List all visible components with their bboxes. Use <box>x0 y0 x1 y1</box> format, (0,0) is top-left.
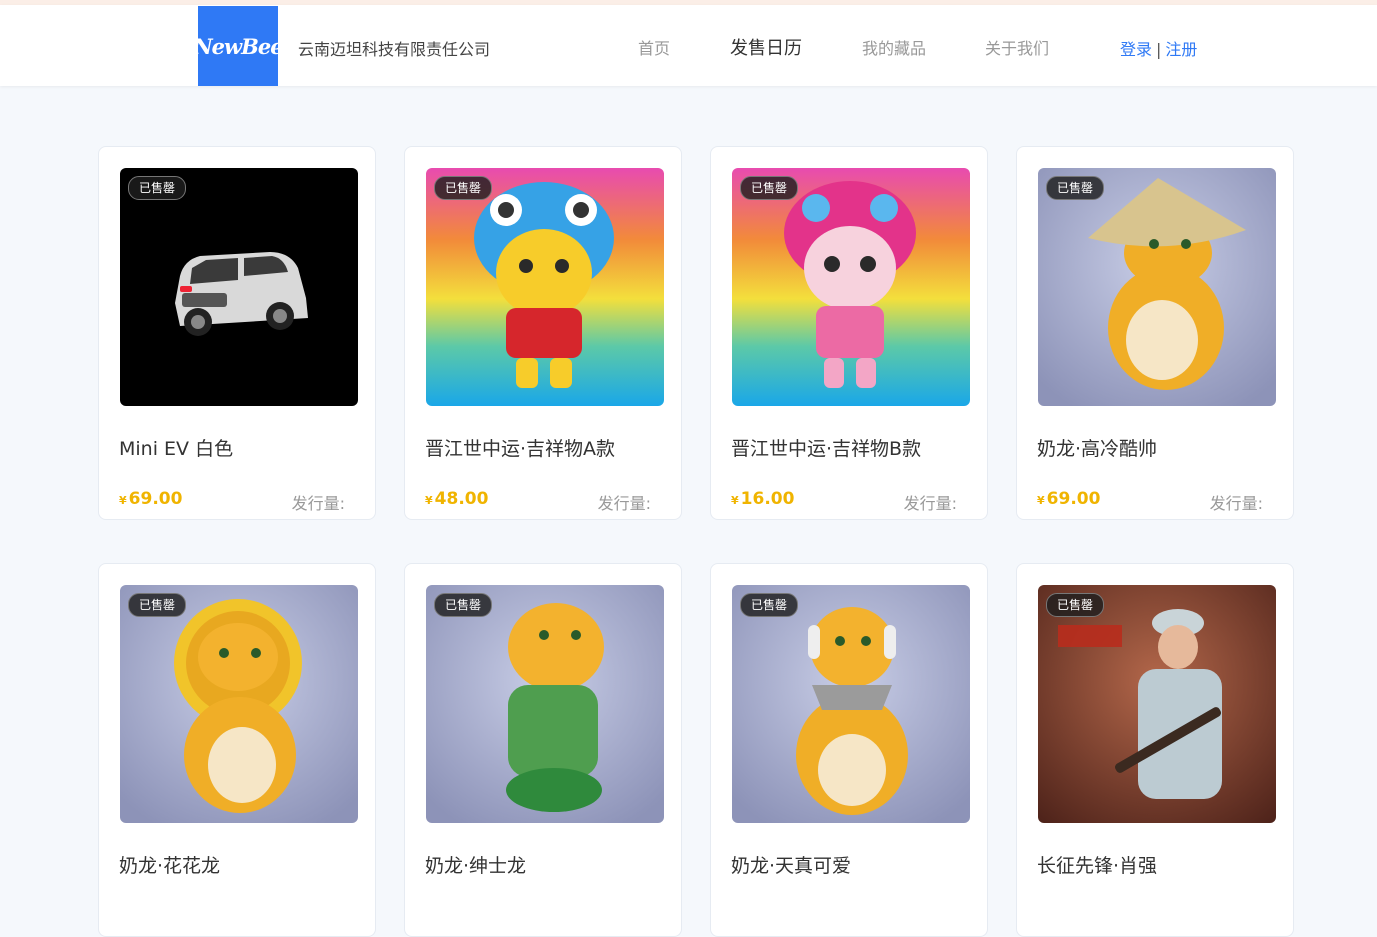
product-image[interactable]: 已售罄 <box>120 585 358 823</box>
auth-links: 登录 | 注册 <box>1120 36 1197 60</box>
product-image[interactable]: 已售罄 <box>1038 585 1276 823</box>
product-image[interactable]: 已售罄 <box>120 168 358 406</box>
car-illustration <box>120 168 358 406</box>
issue-quantity-label: 发行量: <box>903 494 957 513</box>
soldier-illustration <box>1038 585 1276 823</box>
sold-out-badge: 已售罄 <box>128 176 187 200</box>
dragon-sunflower-illustration <box>120 585 358 823</box>
product-title[interactable]: 奶龙·高冷酷帅 <box>1037 434 1157 461</box>
issue-quantity-label: 发行量: <box>1209 494 1263 513</box>
sold-out-badge: 已售罄 <box>740 593 799 617</box>
product-title[interactable]: 奶龙·花花龙 <box>119 851 220 878</box>
sold-out-badge: 已售罄 <box>740 176 799 200</box>
product-image[interactable]: 已售罄 <box>426 585 664 823</box>
nav-release-calendar[interactable]: 发售日历 <box>730 34 802 60</box>
product-card[interactable]: 已售罄 奶龙·高冷酷帅 ¥69.00 发行量: <box>1016 146 1294 520</box>
issue-quantity-label: 发行量: <box>291 494 345 513</box>
product-title[interactable]: 奶龙·天真可爱 <box>731 851 851 878</box>
currency-symbol: ¥ <box>1037 494 1045 507</box>
dragon-gentleman-illustration <box>426 585 664 823</box>
sold-out-badge: 已售罄 <box>128 593 187 617</box>
product-title[interactable]: 奶龙·绅士龙 <box>425 851 526 878</box>
currency-symbol: ¥ <box>119 494 127 507</box>
nav-home[interactable]: 首页 <box>638 35 670 59</box>
product-card[interactable]: 已售罄 奶龙·花花龙 <box>98 563 376 937</box>
product-price: ¥48.00 <box>425 489 488 509</box>
auth-separator: | <box>1156 40 1162 59</box>
register-link[interactable]: 注册 <box>1165 40 1197 59</box>
product-card[interactable]: 已售罄 长征先锋·肖强 <box>1016 563 1294 937</box>
sold-out-badge: 已售罄 <box>434 593 493 617</box>
currency-symbol: ¥ <box>731 494 739 507</box>
price-value: 69.00 <box>1046 489 1101 509</box>
price-value: 16.00 <box>740 489 795 509</box>
price-value: 69.00 <box>128 489 183 509</box>
product-card[interactable]: 已售罄 晋江世中运·吉祥物A款 ¥48.00 发行量: <box>404 146 682 520</box>
product-card[interactable]: 已售罄 Mini EV 白色 ¥69.00 发行量: <box>98 146 376 520</box>
product-price: ¥69.00 <box>119 489 182 509</box>
price-value: 48.00 <box>434 489 489 509</box>
login-link[interactable]: 登录 <box>1120 40 1152 59</box>
nav-my-collection[interactable]: 我的藏品 <box>862 35 926 59</box>
product-image[interactable]: 已售罄 <box>732 585 970 823</box>
nav-about-us[interactable]: 关于我们 <box>985 35 1049 59</box>
product-image[interactable]: 已售罄 <box>732 168 970 406</box>
mascot-a-illustration <box>426 168 664 406</box>
product-image[interactable]: 已售罄 <box>426 168 664 406</box>
product-card[interactable]: 已售罄 晋江世中运·吉祥物B款 ¥16.00 发行量: <box>710 146 988 520</box>
product-image[interactable]: 已售罄 <box>1038 168 1276 406</box>
mascot-b-illustration <box>732 168 970 406</box>
product-price: ¥69.00 <box>1037 489 1100 509</box>
sold-out-badge: 已售罄 <box>434 176 493 200</box>
product-card[interactable]: 已售罄 奶龙·绅士龙 <box>404 563 682 937</box>
currency-symbol: ¥ <box>425 494 433 507</box>
company-name: 云南迈坦科技有限责任公司 <box>298 40 491 59</box>
product-title[interactable]: 长征先锋·肖强 <box>1037 851 1157 878</box>
product-title[interactable]: Mini EV 白色 <box>119 434 233 461</box>
sold-out-badge: 已售罄 <box>1046 593 1105 617</box>
logo[interactable]: NewBee <box>193 6 284 86</box>
product-price: ¥16.00 <box>731 489 794 509</box>
product-card[interactable]: 已售罄 奶龙·天真可爱 <box>710 563 988 937</box>
sold-out-badge: 已售罄 <box>1046 176 1105 200</box>
dragon-headphones-illustration <box>732 585 970 823</box>
site-header: NewBee 云南迈坦科技有限责任公司 首页 发售日历 我的藏品 关于我们 登录… <box>0 5 1377 86</box>
product-title[interactable]: 晋江世中运·吉祥物A款 <box>425 434 615 461</box>
issue-quantity-label: 发行量: <box>597 494 651 513</box>
dragon-straw-hat-illustration <box>1038 168 1276 406</box>
product-title[interactable]: 晋江世中运·吉祥物B款 <box>731 434 921 461</box>
